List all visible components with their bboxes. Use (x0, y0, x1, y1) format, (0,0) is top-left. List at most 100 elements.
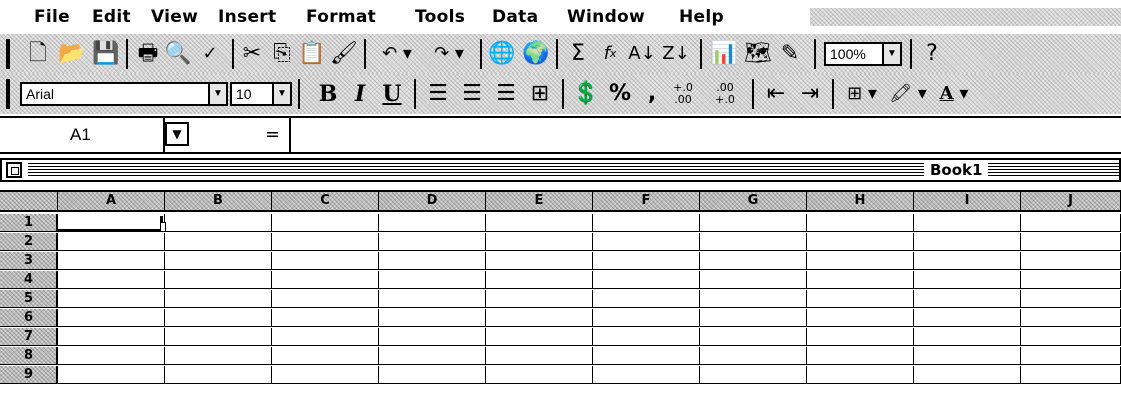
grid-cell[interactable] (272, 214, 379, 231)
grid-cell[interactable] (379, 328, 486, 345)
grid-cell[interactable] (1021, 328, 1121, 345)
row-header[interactable]: 8 (0, 347, 58, 364)
menu-data[interactable]: Data (492, 6, 538, 28)
grid-cell[interactable] (486, 328, 593, 345)
grid-cell[interactable] (593, 309, 700, 326)
grid-cell[interactable] (807, 233, 914, 250)
grid-cell[interactable] (165, 233, 272, 250)
column-header-b[interactable]: B (165, 192, 272, 210)
grid-cell[interactable] (1021, 366, 1121, 383)
drawing-icon[interactable]: ✎ (776, 40, 804, 68)
chevron-down-icon[interactable]: ▼ (272, 84, 290, 104)
sort-ascending-icon[interactable]: A↓ (628, 40, 656, 68)
grid-cell[interactable] (58, 347, 165, 364)
grid-cell[interactable] (272, 328, 379, 345)
column-header-i[interactable]: I (914, 192, 1021, 210)
underline-button[interactable]: U (378, 80, 406, 108)
paste-icon[interactable]: 📋 (298, 40, 326, 68)
redo-icon[interactable]: ↷ ▾ (424, 40, 474, 68)
undo-icon[interactable]: ↶ ▾ (372, 40, 422, 68)
spelling-icon[interactable]: ✓ (196, 40, 224, 68)
grid-cell[interactable] (807, 214, 914, 231)
grid-cell[interactable] (486, 233, 593, 250)
chevron-down-icon[interactable]: ▼ (208, 84, 226, 104)
grid-cell[interactable] (807, 271, 914, 288)
toolbar-grip[interactable] (6, 39, 10, 69)
row-header[interactable]: 7 (0, 328, 58, 345)
grid-cell[interactable] (593, 271, 700, 288)
new-icon[interactable]: 🗋 (24, 40, 52, 68)
grid-cell[interactable] (272, 290, 379, 307)
increase-decimal-button[interactable]: +.0 .00 (664, 80, 702, 108)
grid-cell[interactable] (700, 233, 807, 250)
grid-cell[interactable] (914, 290, 1021, 307)
grid-cell[interactable] (379, 309, 486, 326)
grid-cell[interactable] (58, 252, 165, 269)
chart-wizard-icon[interactable]: 📊 (710, 40, 738, 68)
grid-cell[interactable] (807, 328, 914, 345)
font-name-combo[interactable]: Arial ▼ (20, 82, 228, 106)
grid-cell[interactable] (700, 347, 807, 364)
grid-cell[interactable] (379, 233, 486, 250)
zoom-combo[interactable]: 100% ▼ (824, 42, 902, 66)
grid-cell[interactable] (486, 347, 593, 364)
grid-cell[interactable] (593, 233, 700, 250)
paste-function-icon[interactable]: fx (596, 40, 624, 68)
grid-cell[interactable] (593, 214, 700, 231)
grid-cell[interactable] (807, 290, 914, 307)
grid-cell[interactable] (272, 366, 379, 383)
grid-cell[interactable] (379, 347, 486, 364)
grid-cell[interactable] (593, 252, 700, 269)
print-preview-icon[interactable]: 🔍 (164, 40, 192, 68)
formula-equals-button[interactable]: = (265, 118, 291, 152)
menu-edit[interactable]: Edit (92, 6, 131, 28)
column-header-c[interactable]: C (272, 192, 379, 210)
grid-cell[interactable] (700, 328, 807, 345)
grid-cell[interactable] (914, 347, 1021, 364)
grid-cell[interactable] (379, 214, 486, 231)
menu-help[interactable]: Help (679, 6, 724, 28)
sort-descending-icon[interactable]: Z↓ (662, 40, 690, 68)
grid-cell[interactable] (593, 290, 700, 307)
font-size-combo[interactable]: 10 ▼ (230, 82, 292, 106)
column-header-f[interactable]: F (593, 192, 700, 210)
grid-cell[interactable] (165, 290, 272, 307)
grid-cell[interactable] (58, 271, 165, 288)
decrease-indent-icon[interactable]: ⇤ (762, 80, 790, 108)
row-header[interactable]: 3 (0, 252, 58, 269)
active-cell[interactable] (58, 216, 163, 232)
grid-cell[interactable] (58, 290, 165, 307)
grid-cell[interactable] (165, 252, 272, 269)
print-icon[interactable]: 🖶 (134, 40, 162, 68)
chevron-down-icon[interactable]: ▼ (165, 122, 189, 146)
grid-cell[interactable] (593, 328, 700, 345)
grid-cell[interactable] (914, 366, 1021, 383)
grid-cell[interactable] (58, 328, 165, 345)
grid-cell[interactable] (807, 366, 914, 383)
column-header-d[interactable]: D (379, 192, 486, 210)
row-header[interactable]: 4 (0, 271, 58, 288)
workbook-title-bar[interactable]: Book1 (0, 158, 1121, 182)
close-icon[interactable] (6, 162, 22, 178)
grid-cell[interactable] (486, 290, 593, 307)
grid-cell[interactable] (1021, 347, 1121, 364)
decrease-decimal-button[interactable]: .00 +.0 (706, 80, 744, 108)
grid-cell[interactable] (272, 271, 379, 288)
grid-cell[interactable] (1021, 271, 1121, 288)
copy-icon[interactable]: ⎘ (268, 40, 296, 68)
grid-cell[interactable] (486, 309, 593, 326)
percent-button[interactable]: % (606, 80, 634, 108)
grid-cell[interactable] (486, 252, 593, 269)
currency-icon[interactable]: 💲 (572, 80, 600, 108)
align-left-icon[interactable]: ☰ (424, 80, 452, 108)
grid-cell[interactable] (486, 366, 593, 383)
worksheet-grid[interactable]: A B C D E F G H I J 1 2 3 4 5 6 7 8 9 (0, 190, 1121, 400)
formula-input[interactable] (295, 118, 1115, 152)
cut-icon[interactable]: ✂ (238, 40, 266, 68)
grid-cell[interactable] (272, 309, 379, 326)
column-header-j[interactable]: J (1021, 192, 1121, 210)
grid-cell[interactable] (379, 366, 486, 383)
column-header-g[interactable]: G (700, 192, 807, 210)
column-header-a[interactable]: A (58, 192, 165, 210)
grid-cell[interactable] (700, 309, 807, 326)
